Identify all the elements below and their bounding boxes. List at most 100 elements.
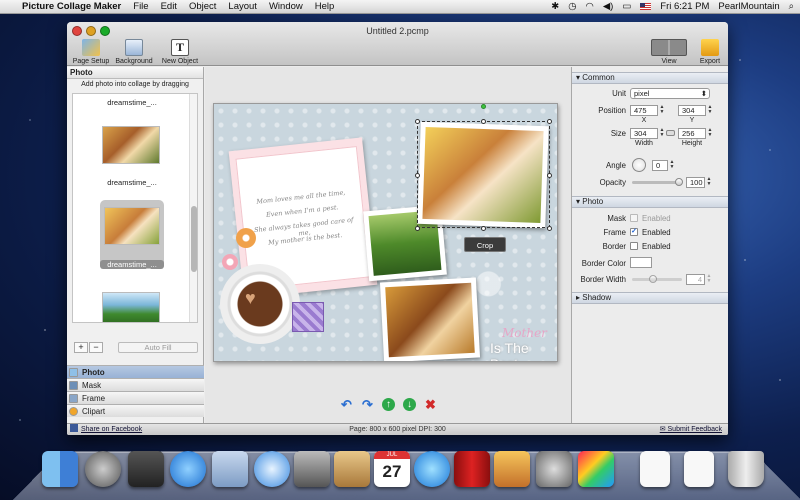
collage-canvas[interactable]: Mom loves me all the time, Even when I'm… [213, 103, 558, 362]
address-book-icon[interactable] [334, 451, 370, 487]
photo-booth-icon[interactable] [454, 451, 490, 487]
category-frame[interactable]: Frame [67, 391, 204, 404]
width-input[interactable]: 304 [630, 128, 658, 139]
battery-icon[interactable]: ▭ [622, 1, 631, 12]
height-stepper[interactable]: ▲ ▼ [707, 128, 713, 139]
donut-clipart[interactable] [236, 228, 256, 248]
mail-stamp-icon[interactable] [212, 451, 248, 487]
opacity-slider-knob[interactable] [675, 178, 683, 186]
menu-help[interactable]: Help [315, 1, 335, 12]
photo-thumbnail-selected[interactable] [104, 207, 160, 245]
menu-user[interactable]: PearlMountain [718, 1, 779, 12]
resize-handle[interactable] [547, 119, 552, 124]
border-width-slider-knob[interactable] [649, 275, 657, 283]
link-aspect-icon[interactable] [666, 130, 675, 136]
unit-select[interactable]: pixel ⬍ [630, 88, 710, 99]
photo-thumbnail[interactable] [102, 292, 160, 322]
input-flag-icon[interactable] [640, 3, 652, 10]
scrollbar-thumb[interactable] [191, 206, 197, 272]
picture-collage-maker-icon[interactable] [578, 451, 614, 487]
menu-window[interactable]: Window [269, 1, 303, 12]
position-x-input[interactable]: 475 [630, 105, 658, 116]
trash-icon[interactable] [728, 451, 764, 487]
donut-clipart[interactable] [222, 254, 238, 270]
collage-photo-mother-child[interactable] [379, 277, 481, 361]
category-clipart[interactable]: Clipart [67, 404, 204, 417]
background-button[interactable]: Background [112, 39, 156, 65]
submit-feedback-link[interactable]: ✉ Submit Feedback [660, 424, 722, 435]
itunes-icon[interactable] [414, 451, 450, 487]
bring-forward-icon[interactable]: ↑ [382, 398, 395, 411]
crop-button[interactable]: Crop [464, 237, 506, 252]
menu-layout[interactable]: Layout [228, 1, 257, 12]
finder-icon[interactable] [42, 451, 78, 487]
calendar-icon[interactable]: JUL 27 [374, 451, 410, 487]
app-store-icon[interactable] [170, 451, 206, 487]
resize-handle[interactable] [415, 119, 420, 124]
rotate-handle[interactable] [481, 104, 486, 109]
angle-input[interactable]: 0 [652, 160, 668, 171]
border-width-input[interactable]: 4 [686, 274, 705, 285]
system-preferences-icon[interactable] [536, 451, 572, 487]
photo-thumbnail[interactable] [102, 126, 160, 164]
remove-photo-button[interactable]: − [89, 342, 103, 353]
is-the-best-text[interactable]: Is The Best [490, 340, 557, 361]
add-photo-button[interactable]: + [74, 342, 88, 353]
resize-handle[interactable] [415, 226, 420, 231]
width-stepper[interactable]: ▲ ▼ [659, 128, 665, 139]
launchpad-icon[interactable] [85, 451, 121, 487]
position-y-input[interactable]: 304 [678, 105, 706, 116]
send-backward-icon[interactable]: ↓ [403, 398, 416, 411]
menu-object[interactable]: Object [189, 1, 216, 12]
category-photo[interactable]: Photo [67, 365, 204, 378]
export-button[interactable]: Export [688, 39, 728, 65]
menu-clock[interactable]: Fri 6:21 PM [660, 1, 709, 12]
opacity-input[interactable]: 100 [686, 177, 705, 188]
spotlight-icon[interactable]: ⌕ [789, 1, 794, 12]
angle-dial[interactable] [632, 158, 646, 172]
volume-icon[interactable]: ◀) [603, 1, 613, 12]
view-button[interactable]: View [647, 39, 691, 65]
resize-handle[interactable] [415, 173, 420, 178]
resize-handle[interactable] [481, 119, 486, 124]
border-color-swatch[interactable] [630, 257, 652, 268]
coffee-cup-clipart[interactable] [220, 264, 300, 344]
dashboard-icon[interactable] [128, 451, 164, 487]
resize-handle[interactable] [481, 226, 486, 231]
document-icon[interactable] [684, 451, 714, 487]
x-stepper[interactable]: ▲ ▼ [659, 105, 665, 116]
border-checkbox[interactable] [630, 242, 638, 250]
new-object-button[interactable]: T New Object [158, 39, 202, 65]
wifi-icon[interactable]: ◠ [586, 1, 594, 12]
menu-file[interactable]: File [133, 1, 148, 12]
category-mask[interactable]: Mask [67, 378, 204, 391]
y-stepper[interactable]: ▲ ▼ [707, 105, 713, 116]
shadow-section-header[interactable]: ▸ Shadow [572, 292, 728, 304]
frame-checkbox[interactable]: ✓ [630, 228, 638, 236]
time-machine-icon[interactable]: ◷ [568, 1, 576, 12]
border-width-stepper[interactable]: ▲ ▼ [706, 274, 712, 285]
iphoto-icon[interactable] [494, 451, 530, 487]
undo-icon[interactable]: ↶ [340, 398, 353, 411]
mask-checkbox[interactable] [630, 214, 638, 222]
gift-box-clipart[interactable] [292, 302, 324, 332]
bluetooth-icon[interactable]: ✱ [551, 1, 559, 12]
photo-list[interactable]: dreamstime_... dreamstime_... dreamstime… [72, 93, 198, 323]
photo-list-scrollbar[interactable] [189, 94, 197, 322]
angle-stepper[interactable]: ▲ ▼ [669, 160, 675, 171]
resize-handle[interactable] [547, 173, 552, 178]
photo-section-header[interactable]: ▾ Photo [572, 196, 728, 208]
redo-icon[interactable]: ↷ [361, 398, 374, 411]
opacity-stepper[interactable]: ▲ ▼ [706, 177, 712, 188]
common-section-header[interactable]: ▾ Common [572, 72, 728, 84]
mother-text[interactable]: Mother [502, 326, 547, 340]
resize-handle[interactable] [547, 226, 552, 231]
menu-edit[interactable]: Edit [161, 1, 177, 12]
border-width-slider[interactable] [632, 278, 682, 281]
page-setup-button[interactable]: Page Setup [69, 39, 113, 65]
safari-icon[interactable] [254, 451, 290, 487]
menu-app-name[interactable]: Picture Collage Maker [22, 1, 121, 12]
auto-fill-button[interactable]: Auto Fill [118, 342, 198, 353]
document-icon[interactable] [640, 451, 670, 487]
delete-icon[interactable]: ✖ [424, 398, 437, 411]
